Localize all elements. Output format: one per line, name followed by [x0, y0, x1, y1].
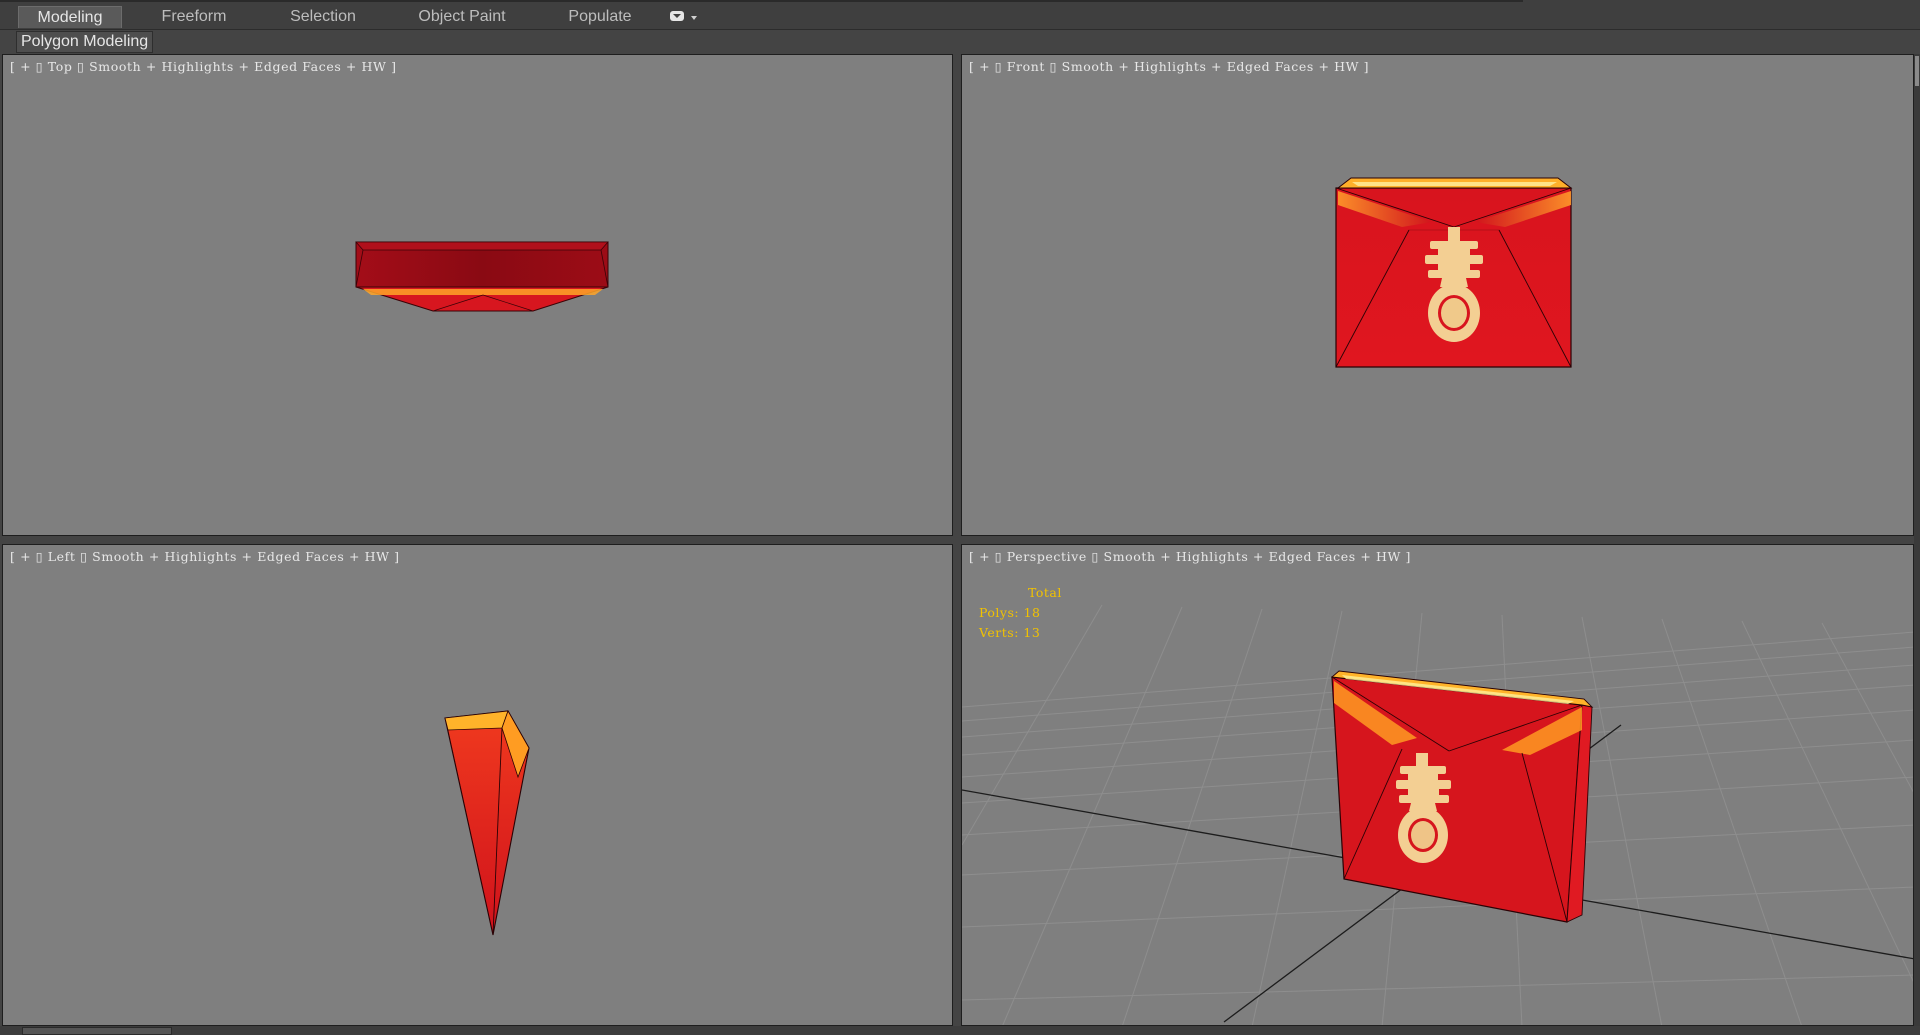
right-panel-edge — [1914, 54, 1920, 1026]
tab-modeling[interactable]: Modeling — [18, 6, 122, 28]
polygon-modeling-panel-button[interactable]: Polygon Modeling — [16, 31, 154, 53]
left-view-canvas — [444, 710, 530, 936]
time-slider[interactable] — [22, 1027, 172, 1035]
ribbon-top-line — [0, 0, 1523, 2]
viewport-perspective[interactable]: [ + ▯ Perspective ▯ Smooth + Highlights … — [961, 544, 1914, 1026]
viewport-front[interactable]: [ + ▯ Front ▯ Smooth + Highlights + Edge… — [961, 54, 1914, 536]
ribbon-tab-bar: Modeling Freeform Selection Object Paint… — [0, 0, 1920, 30]
model-front-view[interactable] — [1335, 177, 1573, 368]
ribbon-panel-bar: Polygon Modeling — [0, 30, 1920, 53]
model-left-view[interactable] — [444, 710, 530, 936]
right-scrollbar[interactable] — [1915, 56, 1919, 86]
perspective-view-canvas — [962, 604, 1913, 1025]
viewport-top[interactable]: [ + ▯ Top ▯ Smooth + Highlights + Edged … — [2, 54, 953, 536]
viewport-left[interactable]: [ + ▯ Left ▯ Smooth + Highlights + Edged… — [2, 544, 953, 1026]
tab-selection[interactable]: Selection — [270, 6, 376, 28]
model-perspective-view[interactable] — [1330, 670, 1594, 923]
tab-populate[interactable]: Populate — [548, 6, 652, 28]
status-bar-strip — [0, 1026, 1920, 1035]
app-window: Modeling Freeform Selection Object Paint… — [0, 0, 1920, 1035]
front-view-canvas — [1335, 177, 1573, 368]
ribbon-options-button[interactable] — [668, 8, 706, 26]
model-top-view[interactable] — [355, 241, 609, 312]
top-view-canvas — [355, 241, 609, 312]
tab-freeform[interactable]: Freeform — [140, 6, 248, 28]
ribbon-options-dropdown-icon — [670, 11, 697, 21]
tab-object-paint[interactable]: Object Paint — [400, 6, 524, 28]
